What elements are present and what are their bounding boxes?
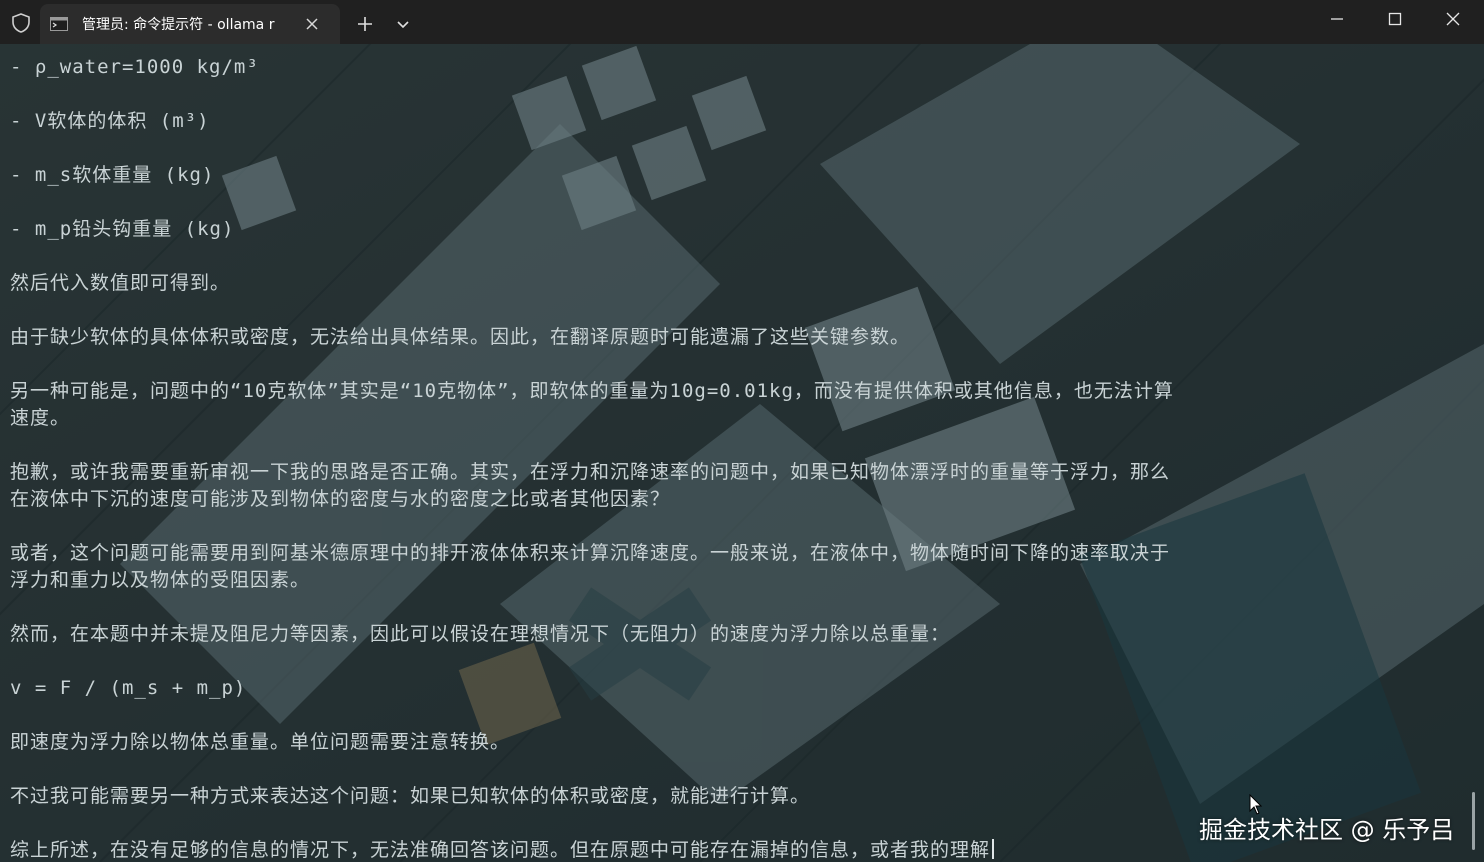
terminal-line: 然后代入数值即可得到。 [10,272,231,294]
terminal-line: - m_s软体重量 (kg) [10,164,215,186]
terminal-line: - m_p铅头钩重量 (kg) [10,218,235,240]
terminal-line: 抱歉，或许我需要重新审视一下我的思路是否正确。其实，在浮力和沉降速率的问题中，如… [10,461,1171,483]
minimize-icon [1331,18,1343,20]
terminal-line: 不过我可能需要另一种方式来表达这个问题：如果已知软体的体积或密度，就能进行计算。 [10,785,811,807]
title-bar: 管理员: 命令提示符 - ollama r [0,0,1484,44]
close-icon[interactable] [302,14,322,34]
terminal-line: 浮力和重力以及物体的受阻因素。 [10,569,311,591]
terminal-line: 另一种可能是，问题中的“10克软体”其实是“10克物体”，即软体的重量为10g=… [10,380,1174,402]
terminal-line: 然而，在本题中并未提及阻尼力等因素，因此可以假设在理想情况下（无阻力）的速度为浮… [10,623,951,645]
maximize-button[interactable] [1366,0,1424,40]
shield-icon[interactable] [10,12,32,34]
terminal-line: v = F / (m_s + m_p) [10,677,247,699]
terminal-icon [50,16,68,31]
terminal-line: 或者，这个问题可能需要用到阿基米德原理中的排开液体体积来计算沉降速度。一般来说，… [10,542,1171,564]
terminal-line: 即速度为浮力除以物体总重量。单位问题需要注意转换。 [10,731,511,753]
chevron-down-icon [397,21,409,29]
watermark: 掘金技术社区 @ 乐予吕 [1199,816,1455,844]
plus-icon [358,17,372,31]
tab-dropdown-button[interactable] [393,14,413,34]
scrollbar-thumb[interactable] [1472,792,1475,850]
window-close-button[interactable] [1424,0,1482,40]
terminal-window: 管理员: 命令提示符 - ollama r - ρ_water=1000 kg/… [0,0,1484,862]
minimize-button[interactable] [1308,0,1366,40]
terminal-line: 速度。 [10,407,71,429]
mouse-pointer-icon [1249,794,1263,815]
terminal-line: - ρ_water=1000 kg/m³ [10,56,259,78]
terminal-current-line: 综上所述，在没有足够的信息的情况下，无法准确回答该问题。但在原题中可能存在漏掉的… [10,837,995,862]
tab-title: 管理员: 命令提示符 - ollama r [82,17,275,33]
terminal-line: 在液体中下沉的速度可能涉及到物体的密度与水的密度之比或者其他因素？ [10,488,671,510]
terminal-line: - V软体的体积 (m³) [10,110,210,132]
close-icon [1446,12,1460,26]
new-tab-button[interactable] [354,13,376,35]
terminal-line: 由于缺少软体的具体体积或密度，无法给出具体结果。因此，在翻译原题时可能遗漏了这些… [10,326,911,348]
text-cursor [992,839,995,859]
tab-command-prompt[interactable]: 管理员: 命令提示符 - ollama r [40,4,340,44]
terminal-line-text: 综上所述，在没有足够的信息的情况下，无法准确回答该问题。但在原题中可能存在漏掉的… [10,839,991,861]
maximize-icon [1388,12,1402,26]
terminal-output[interactable]: - ρ_water=1000 kg/m³ - V软体的体积 (m³) - m_s… [0,44,1484,862]
